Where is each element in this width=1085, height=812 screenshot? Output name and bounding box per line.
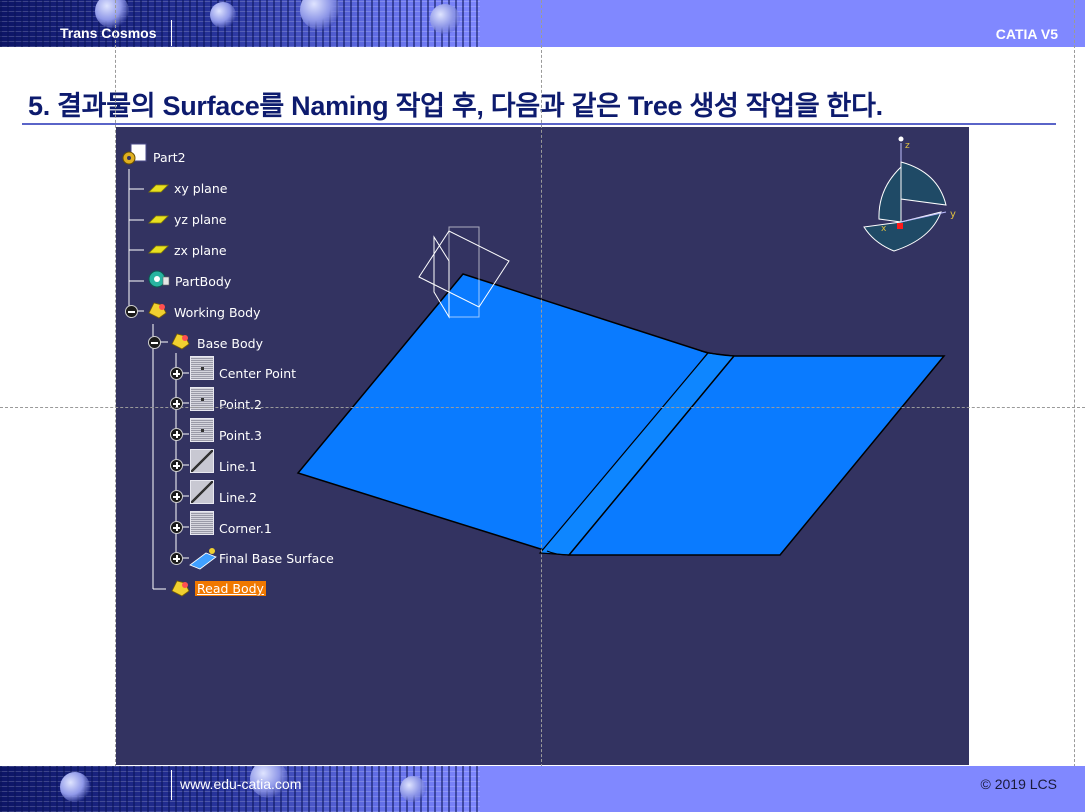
- footer-website[interactable]: www.edu-catia.com: [180, 776, 301, 792]
- surface-geometry[interactable]: z y x: [116, 127, 969, 765]
- tree-item-base-body[interactable]: Base Body: [197, 336, 263, 351]
- line-icon: [190, 449, 214, 473]
- header-bubble: [210, 2, 236, 28]
- tree-item-line2[interactable]: Line.2: [219, 490, 257, 505]
- tree-root-part2[interactable]: Part2: [153, 150, 186, 165]
- yz-plane-icon: [148, 215, 169, 224]
- tree-item-corner1[interactable]: Corner.1: [219, 521, 272, 536]
- compass-y-label: y: [950, 209, 956, 220]
- tree-item-partbody[interactable]: PartBody: [175, 274, 231, 289]
- xy-plane-icon: [148, 184, 169, 193]
- base-body-expander[interactable]: [148, 336, 161, 349]
- point2-expander[interactable]: [170, 397, 183, 410]
- point3-expander[interactable]: [170, 428, 183, 441]
- footer-copyright: © 2019 LCS: [980, 776, 1057, 792]
- header-band: Trans Cosmos CATIA V5: [0, 0, 1085, 47]
- header-brand: Trans Cosmos: [60, 25, 157, 41]
- catia-viewport[interactable]: z y x Part2 xy plane yz plane zx plane P…: [116, 127, 969, 765]
- line1-expander[interactable]: [170, 459, 183, 472]
- tree-item-center-point[interactable]: Center Point: [219, 366, 296, 381]
- tree-item-point3[interactable]: Point.3: [219, 428, 262, 443]
- footer-bubble: [400, 776, 426, 802]
- tree-item-xy-plane[interactable]: xy plane: [174, 181, 227, 196]
- guide-line-vertical: [541, 0, 542, 812]
- tree-item-working-body[interactable]: Working Body: [174, 305, 261, 320]
- center-point-expander[interactable]: [170, 367, 183, 380]
- compass-z-label: z: [905, 141, 910, 151]
- part-icon: [122, 143, 147, 165]
- slide-title: 5. 결과물의 Surface를 Naming 작업 후, 다음과 같은 Tre…: [28, 91, 883, 121]
- tree-item-zx-plane[interactable]: zx plane: [174, 243, 227, 258]
- zx-plane-icon: [148, 245, 169, 254]
- final-surface-expander[interactable]: [170, 552, 183, 565]
- compass-x-label: x: [881, 224, 887, 234]
- guide-line-vertical: [115, 0, 116, 812]
- tree-item-point2[interactable]: Point.2: [219, 397, 262, 412]
- working-body-expander[interactable]: [125, 305, 138, 318]
- tree-item-line1[interactable]: Line.1: [219, 459, 257, 474]
- working-body-icon: [148, 302, 167, 319]
- tree-item-final-base-surface[interactable]: Final Base Surface: [219, 551, 334, 566]
- corner-icon: [190, 511, 214, 535]
- compass-icon: z y x: [863, 136, 956, 252]
- header-product: CATIA V5: [995, 26, 1058, 42]
- partbody-icon: [148, 270, 170, 288]
- footer-bubble: [60, 772, 90, 802]
- point-icon: [190, 418, 214, 442]
- title-underline: [22, 123, 1056, 125]
- base-body-icon: [171, 333, 190, 350]
- header-divider: [171, 20, 172, 46]
- line2-expander[interactable]: [170, 490, 183, 503]
- tree-item-yz-plane[interactable]: yz plane: [174, 212, 227, 227]
- center-point-icon: [190, 356, 214, 380]
- read-body-icon: [171, 580, 190, 597]
- footer-band: www.edu-catia.com © 2019 LCS: [0, 766, 1085, 812]
- guide-line-horizontal: [0, 407, 1085, 408]
- header-bubble: [430, 4, 460, 34]
- corner1-expander[interactable]: [170, 521, 183, 534]
- line-icon: [190, 480, 214, 504]
- final-surface-icon: [189, 548, 217, 570]
- footer-divider: [171, 770, 172, 800]
- guide-line-vertical: [1074, 0, 1075, 812]
- tree-item-read-body[interactable]: Read Body: [195, 581, 266, 596]
